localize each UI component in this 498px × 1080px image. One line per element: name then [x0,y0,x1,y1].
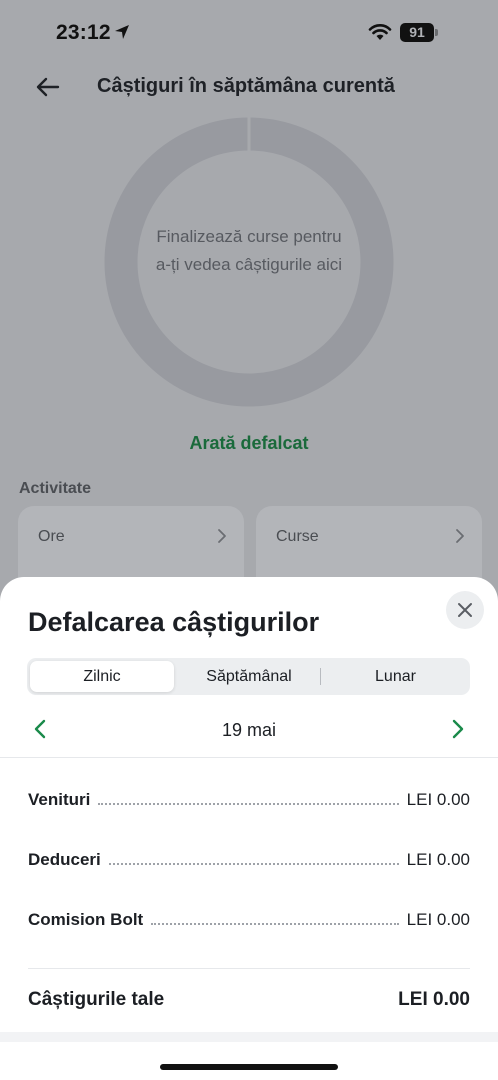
card-label: Curse [276,528,319,545]
chevron-right-icon [456,529,464,543]
divider [28,968,470,969]
period-segmented-control: Zilnic Săptămânal Lunar [27,658,470,695]
close-icon [458,603,472,617]
row-label: Deduceri [28,850,101,869]
chevron-right-icon [218,529,226,543]
status-bar: 23:12 91 [0,0,498,70]
dotted-leader [108,863,399,865]
total-earnings-row: Câștigurile tale LEI 0.00 [28,989,470,1015]
home-indicator[interactable] [160,1064,338,1070]
dotted-leader [151,923,399,925]
battery-level: 91 [409,24,425,40]
segment-divider [320,668,321,685]
location-arrow-icon [115,25,129,39]
selected-date: 19 mai [221,720,277,740]
battery-icon: 91 [400,23,434,42]
tab-weekly[interactable]: Săptămânal [176,661,322,692]
tab-monthly[interactable]: Lunar [324,661,467,692]
divider [0,757,498,758]
close-button[interactable] [446,591,484,629]
home-area [0,1042,498,1080]
chevron-right-icon[interactable] [448,718,468,740]
status-time: 23:12 [56,21,111,44]
row-label: Comision Bolt [28,910,144,929]
show-breakdown-link[interactable]: Arată defalcat [0,433,498,454]
sheet-title: Defalcarea câștigurilor [28,607,320,637]
tab-daily[interactable]: Zilnic [30,661,174,692]
arrow-left-icon[interactable] [34,73,62,101]
row-value: LEI 0.00 [406,790,470,809]
card-label: Ore [38,528,65,545]
activity-section-label: Activitate [19,480,92,497]
battery-tip [435,29,438,36]
date-navigator: 19 mai [0,710,498,750]
nav-bar: Câștiguri în săptămâna curentă [0,62,498,112]
page-title: Câștiguri în săptămâna curentă [97,75,395,97]
row-value: LEI 0.00 [406,850,470,869]
row-value: LEI 0.00 [406,910,470,929]
total-value: LEI 0.00 [398,989,470,1010]
wifi-icon [368,24,392,40]
breakdown-row-commission: Comision Bolt LEI 0.00 [28,906,470,930]
dotted-leader [98,803,399,805]
breakdown-row-income: Venituri LEI 0.00 [28,786,470,810]
donut-empty-message: Finalizează curse pentru a-ți vedea câșt… [155,227,343,274]
total-label: Câștigurile tale [28,989,165,1010]
earnings-breakdown-sheet: Defalcarea câștigurilor Zilnic Săptămâna… [0,577,498,1080]
row-label: Venituri [28,790,91,809]
breakdown-row-deductions: Deduceri LEI 0.00 [28,846,470,870]
